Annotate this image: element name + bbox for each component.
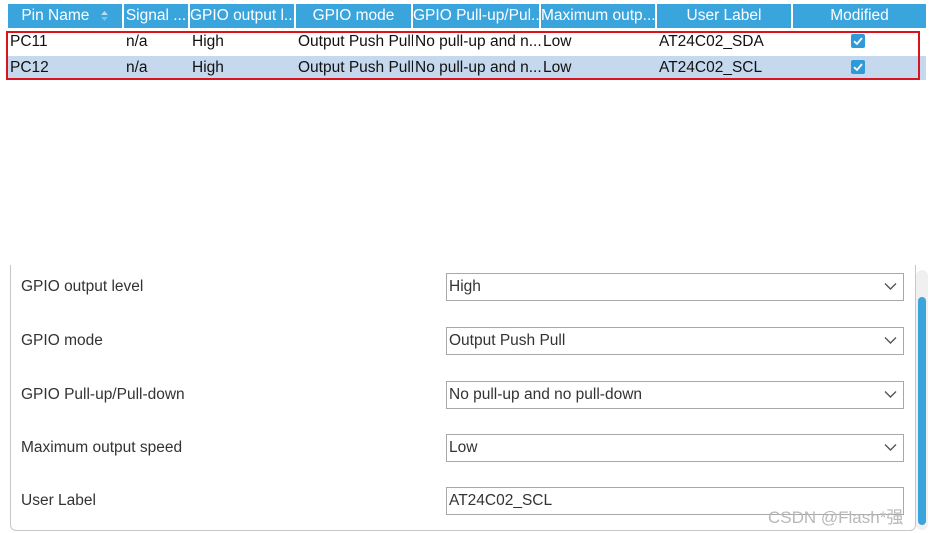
column-header-modified[interactable]: Modified: [793, 4, 926, 28]
cell-user-label: AT24C02_SCL: [659, 59, 763, 76]
input-value: AT24C02_SCL: [449, 492, 553, 509]
select-value: High: [449, 278, 481, 295]
column-header-max-output-speed[interactable]: Maximum outp...: [541, 4, 657, 28]
sort-icon: [100, 10, 108, 21]
column-header-label: Modified: [830, 7, 889, 24]
label-user-label: User Label: [21, 492, 96, 509]
column-header-label: Pin Name: [21, 7, 90, 24]
select-max-output-speed[interactable]: Low: [446, 434, 904, 462]
checkbox-checked-icon[interactable]: [851, 60, 865, 74]
label-gpio-mode: GPIO mode: [21, 332, 103, 349]
cell-max-output-speed: Low: [543, 59, 572, 76]
column-header-label: GPIO Pull-up/Pul...: [413, 7, 541, 24]
chevron-down-icon: [884, 337, 897, 344]
chevron-down-icon: [884, 283, 897, 290]
scrollbar-thumb[interactable]: [918, 297, 926, 525]
watermark: CSDN @Flash*强: [768, 508, 904, 527]
cell-gpio-mode: Output Push Pull: [298, 33, 413, 50]
column-header-signal[interactable]: Signal ...: [124, 4, 190, 28]
checkbox-checked-icon[interactable]: [851, 34, 865, 48]
label-gpio-output-level: GPIO output level: [21, 278, 144, 295]
select-gpio-mode[interactable]: Output Push Pull: [446, 327, 904, 355]
column-header-label: GPIO mode: [312, 7, 395, 24]
pin-configuration-table: Pin Name Signal ... GPIO output l... GPI…: [8, 4, 926, 82]
cell-gpio-pull: No pull-up and n...: [415, 33, 541, 50]
cell-gpio-pull: No pull-up and n...: [415, 59, 541, 76]
select-value: Output Push Pull: [449, 332, 566, 349]
column-header-pin-name[interactable]: Pin Name: [8, 4, 124, 28]
select-value: Low: [449, 439, 478, 456]
select-gpio-pull[interactable]: No pull-up and no pull-down: [446, 381, 904, 409]
cell-pin-name: PC12: [10, 59, 49, 76]
column-header-gpio-pull[interactable]: GPIO Pull-up/Pul...: [413, 4, 541, 28]
column-header-label: Signal ...: [125, 7, 187, 24]
label-gpio-pull: GPIO Pull-up/Pull-down: [21, 386, 185, 403]
cell-user-label: AT24C02_SDA: [659, 33, 764, 50]
cell-gpio-mode: Output Push Pull: [298, 59, 413, 76]
cell-max-output-speed: Low: [543, 33, 572, 50]
column-header-user-label[interactable]: User Label: [657, 4, 793, 28]
column-header-label: Maximum outp...: [541, 7, 656, 24]
cell-signal: n/a: [126, 33, 148, 50]
column-header-gpio-mode[interactable]: GPIO mode: [296, 4, 413, 28]
column-header-gpio-output-level[interactable]: GPIO output l...: [190, 4, 296, 28]
column-header-label: User Label: [686, 7, 762, 24]
table-header: Pin Name Signal ... GPIO output l... GPI…: [8, 4, 926, 28]
cell-gpio-output-level: High: [192, 59, 224, 76]
select-gpio-output-level[interactable]: High: [446, 273, 904, 301]
cell-signal: n/a: [126, 59, 148, 76]
cell-pin-name: PC11: [10, 33, 48, 50]
table-row[interactable]: PC12 n/a High Output Push Pull No pull-u…: [8, 56, 926, 80]
table-row[interactable]: PC11 n/a High Output Push Pull No pull-u…: [8, 30, 926, 54]
chevron-down-icon: [884, 444, 897, 451]
chevron-down-icon: [884, 391, 897, 398]
column-header-label: GPIO output l...: [190, 7, 296, 24]
label-max-output-speed: Maximum output speed: [21, 439, 183, 456]
select-value: No pull-up and no pull-down: [449, 386, 643, 403]
cell-gpio-output-level: High: [192, 33, 224, 50]
